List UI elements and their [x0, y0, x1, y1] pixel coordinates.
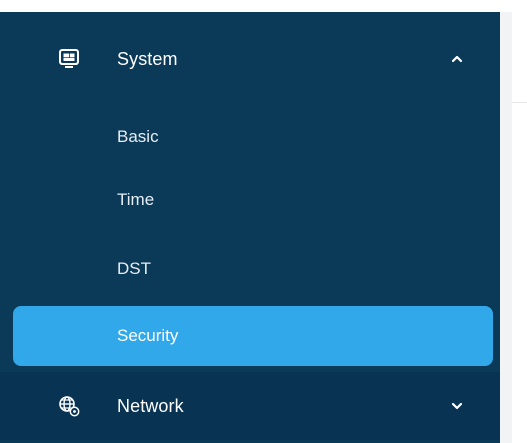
content-panel-edge — [500, 12, 512, 443]
monitor-icon — [58, 48, 80, 70]
content-divider — [512, 102, 527, 103]
sidebar-group-network[interactable]: Network — [0, 372, 500, 440]
top-strip — [0, 0, 527, 12]
sidebar-item-label: DST — [117, 259, 151, 278]
sidebar-group-system[interactable]: System — [0, 24, 500, 94]
chevron-down-icon — [450, 399, 464, 413]
page: System Basic Time DST Security Network — [0, 0, 527, 443]
sidebar-navigation: System Basic Time DST Security Network — [0, 12, 500, 443]
sidebar-item-time[interactable]: Time — [0, 169, 500, 231]
sidebar-item-security[interactable]: Security — [13, 306, 493, 366]
sidebar-item-label: Security — [117, 326, 179, 345]
chevron-up-icon — [450, 52, 464, 66]
sidebar-group-label-network: Network — [117, 395, 184, 416]
sidebar-group-label-system: System — [117, 48, 178, 69]
sidebar-item-dst[interactable]: DST — [0, 238, 500, 300]
sidebar-item-label: Time — [117, 190, 155, 209]
sidebar-item-label: Basic — [117, 127, 159, 146]
globe-gear-icon — [58, 395, 80, 417]
sidebar-item-basic[interactable]: Basic — [0, 106, 500, 168]
content-panel — [500, 12, 527, 443]
